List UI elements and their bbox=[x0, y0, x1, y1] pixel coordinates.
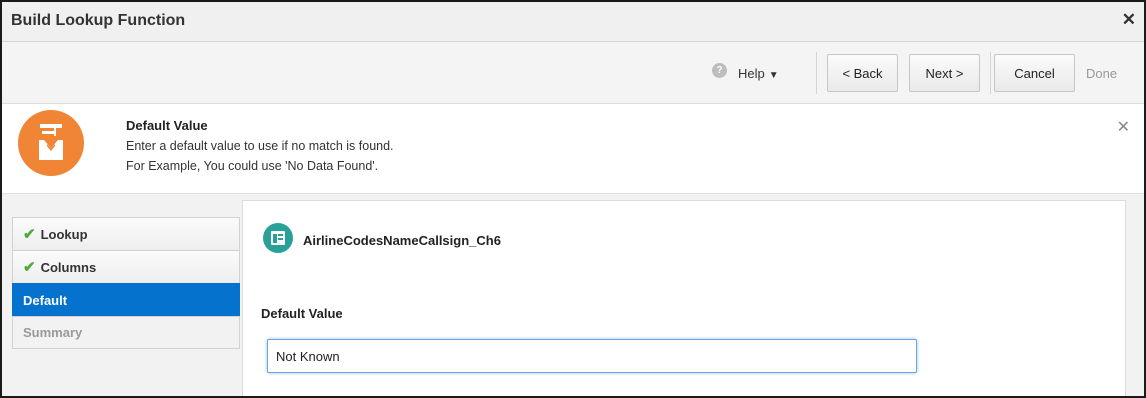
info-banner: Default Value Enter a default value to u… bbox=[2, 104, 1144, 194]
next-button[interactable]: Next > bbox=[909, 54, 980, 92]
step-columns[interactable]: ✔ Columns bbox=[12, 250, 240, 283]
lookup-dialog: Build Lookup Function ✕ ? Help ▼ < Back N… bbox=[0, 0, 1146, 398]
default-value-input[interactable] bbox=[267, 339, 917, 373]
info-description: Enter a default value to use if no match… bbox=[126, 139, 394, 153]
step-label: Columns bbox=[40, 259, 97, 275]
dialog-close-icon[interactable]: ✕ bbox=[1122, 11, 1136, 28]
wizard-steps: ✔ Lookup ✔ Columns Default Summary bbox=[12, 217, 240, 349]
step-label: Default bbox=[23, 292, 68, 308]
toolbar-divider bbox=[816, 52, 817, 94]
info-title: Default Value bbox=[126, 118, 208, 133]
dataset-icon bbox=[263, 223, 293, 253]
help-menu[interactable]: Help ▼ bbox=[738, 66, 779, 81]
step-label: Summary bbox=[23, 325, 83, 340]
help-label: Help bbox=[738, 66, 765, 81]
wizard-toolbar: ? Help ▼ < Back Next > Cancel Done bbox=[2, 42, 1144, 104]
dataset-name: AirlineCodesNameCallsign_Ch6 bbox=[303, 233, 501, 248]
help-circle-icon: ? bbox=[712, 63, 727, 78]
back-button[interactable]: < Back bbox=[827, 54, 898, 92]
step-summary: Summary bbox=[12, 316, 240, 349]
caret-down-icon: ▼ bbox=[768, 70, 779, 81]
dialog-title: Build Lookup Function bbox=[11, 12, 186, 29]
default-value-label: Default Value bbox=[261, 306, 343, 321]
check-icon: ✔ bbox=[23, 259, 36, 276]
cancel-button[interactable]: Cancel bbox=[994, 54, 1075, 92]
info-close-icon[interactable]: ✕ bbox=[1117, 117, 1130, 137]
step-lookup[interactable]: ✔ Lookup bbox=[12, 217, 240, 250]
step-panel: AirlineCodesNameCallsign_Ch6 Default Val… bbox=[242, 200, 1126, 396]
done-button[interactable]: Done bbox=[1086, 66, 1117, 81]
step-label: Lookup bbox=[40, 226, 88, 242]
dialog-titlebar: Build Lookup Function ✕ bbox=[2, 2, 1144, 42]
graduate-icon bbox=[18, 110, 84, 176]
step-default[interactable]: Default bbox=[12, 283, 240, 316]
check-icon: ✔ bbox=[23, 226, 36, 243]
info-example: For Example, You could use 'No Data Foun… bbox=[126, 159, 379, 173]
toolbar-divider bbox=[990, 52, 991, 94]
